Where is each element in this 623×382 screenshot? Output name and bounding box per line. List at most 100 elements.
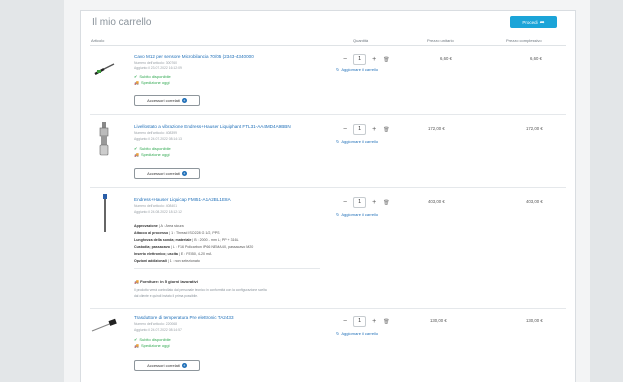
column-header-total-price: Prezzo complessivo — [506, 38, 542, 43]
update-cart-link[interactable]: ↻ Aggiornare il carrello — [336, 331, 378, 336]
update-cart-label: Aggiornare il carrello — [341, 331, 379, 336]
plus-icon: + — [181, 363, 187, 368]
minus-button[interactable]: − — [343, 126, 347, 133]
quantity-stepper: − 1 + 🗑 — [343, 197, 390, 208]
quantity-stepper: − 1 + 🗑 — [343, 316, 390, 327]
shipping-label: Spedizione oggi — [140, 343, 170, 348]
accessories-button[interactable]: Accessori correlati + — [134, 168, 200, 179]
checkout-label: Procedi — [522, 19, 538, 25]
spec-approval: Approvazione | A : Area sicura — [134, 224, 184, 228]
trash-icon[interactable]: 🗑 — [383, 127, 389, 133]
availability-label: Subito disponibile — [139, 146, 171, 151]
total-price: 403,00 € — [526, 199, 543, 204]
accessories-button[interactable]: Accessori correlati + — [134, 360, 200, 371]
truck-icon: 🚚 — [134, 343, 139, 348]
product-name[interactable]: Endress+Hauser Liquicap FMI51-A1A2BL1E8A — [134, 197, 231, 202]
minus-button[interactable]: − — [343, 56, 347, 63]
availability-status: ✔ Subito disponibile — [134, 337, 171, 342]
spec-additional-options: Opzioni addizionali | 1 : non selezionat… — [134, 259, 200, 263]
shipping-status: 🚚 Spedizione oggi — [134, 80, 169, 85]
plus-button[interactable]: + — [372, 318, 376, 325]
availability-label: Subito disponibile — [139, 337, 171, 342]
truck-icon: 🚚 — [134, 152, 139, 157]
update-cart-label: Aggiornare il carrello — [341, 212, 379, 217]
checkout-button[interactable]: Procedi ➦ — [510, 16, 557, 28]
row-divider — [90, 187, 566, 188]
column-header-quantity: Quantità — [353, 38, 369, 43]
shipping-label: Spedizione oggi — [140, 152, 170, 157]
product-name[interactable]: Cavo M12 per sensore Microbilancia 70/05… — [134, 54, 254, 59]
refresh-icon: ↻ — [336, 212, 340, 217]
product-image-probe[interactable] — [101, 194, 109, 232]
row-divider — [90, 114, 566, 115]
truck-icon: 🚚 — [134, 279, 139, 284]
update-cart-label: Aggiornare il carrello — [341, 139, 379, 144]
product-image-cable[interactable] — [92, 56, 116, 78]
shipping-label: Spedizione oggi — [140, 80, 170, 85]
update-cart-link[interactable]: ↻ Aggiornare il carrello — [336, 212, 378, 217]
header-divider — [90, 45, 566, 46]
article-number: Numero dell'articolo: 408401 — [134, 204, 178, 208]
product-name[interactable]: Livellostato a vibrazione Endress+Hauser… — [134, 124, 291, 129]
check-icon: ✔ — [134, 74, 138, 79]
column-header-article: Articolo — [91, 38, 105, 43]
accessories-label: Accessori correlati — [147, 98, 180, 103]
refresh-icon: ↻ — [336, 139, 340, 144]
update-cart-label: Aggiornare il carrello — [341, 67, 379, 72]
quantity-input[interactable]: 1 — [353, 316, 367, 327]
truck-icon: 🚚 — [134, 80, 139, 85]
trash-icon[interactable]: 🗑 — [383, 200, 389, 206]
quantity-stepper: − 1 + 🗑 — [343, 124, 390, 135]
article-number: Numero dell'articolo: 408399 — [134, 131, 178, 135]
quantity-input[interactable]: 1 — [353, 124, 367, 135]
supply-time: 🚚 Forniture: in 5 giorni lavorativi — [134, 279, 198, 284]
trash-icon[interactable]: 🗑 — [383, 57, 389, 63]
product-image-transducer[interactable] — [90, 318, 120, 334]
page-left-background — [0, 0, 64, 382]
added-date: Aggiunto il 24.08.2022 18:12:12 — [134, 210, 182, 214]
unit-price: 130,00 € — [430, 318, 447, 323]
shipping-status: 🚚 Spedizione oggi — [134, 152, 169, 157]
quantity-stepper: − 1 + 🗑 — [343, 54, 390, 65]
total-price: 172,00 € — [526, 126, 543, 131]
check-icon: ✔ — [134, 337, 138, 342]
update-cart-link[interactable]: ↻ Aggiornare il carrello — [336, 139, 378, 144]
spec-probe-length: Lunghezza della sonda; materiale | B : 2… — [134, 238, 239, 242]
plus-button[interactable]: + — [372, 126, 376, 133]
page-right-background — [590, 0, 623, 382]
row-divider — [90, 308, 566, 309]
spec-process-connection: Attacco al processo | 1 : Thread ISO228 … — [134, 231, 220, 235]
article-number: Numero dell'articolo: 220068 — [134, 322, 178, 326]
refresh-icon: ↻ — [336, 67, 340, 72]
trash-icon[interactable]: 🗑 — [383, 319, 389, 325]
config-note-line-1: Il prodotto verrà controllato dal person… — [134, 288, 267, 292]
product-name[interactable]: Trasduttore di temperatura Pre elettroni… — [134, 315, 234, 320]
spec-electronic-insert: Inserto elettronico; uscita | E : FEI50,… — [134, 252, 212, 256]
arrow-icon: ➦ — [539, 19, 545, 26]
article-number: Numero dell'articolo: 300760 — [134, 61, 178, 65]
availability-status: ✔ Subito disponibile — [134, 74, 171, 79]
added-date: Aggiunto il 23.07.2022 16:12:09 — [134, 66, 182, 70]
update-cart-link[interactable]: ↻ Aggiornare il carrello — [336, 67, 378, 72]
check-icon: ✔ — [134, 146, 138, 151]
availability-status: ✔ Subito disponibile — [134, 146, 171, 151]
plus-button[interactable]: + — [372, 56, 376, 63]
config-note-line-2: dal cliente e quindi inviato il prima po… — [134, 294, 198, 298]
shipping-status: 🚚 Spedizione oggi — [134, 343, 169, 348]
quantity-input[interactable]: 1 — [353, 54, 367, 65]
minus-button[interactable]: − — [343, 199, 347, 206]
plus-icon: + — [181, 98, 187, 103]
page-title: Il mio carrello — [92, 17, 152, 28]
product-image-level-switch[interactable] — [98, 122, 110, 156]
accessories-button[interactable]: Accessori correlati + — [134, 95, 200, 106]
added-date: Aggiunto il 24.07.2022 08:14:57 — [134, 328, 182, 332]
accessories-label: Accessori correlati — [147, 171, 180, 176]
refresh-icon: ↻ — [336, 331, 340, 336]
minus-button[interactable]: − — [343, 318, 347, 325]
plus-icon: + — [181, 171, 187, 176]
spec-housing: Custodia; passacavo | L : F16 Policarbon… — [134, 245, 254, 249]
total-price: 6,60 € — [530, 56, 542, 61]
quantity-input[interactable]: 1 — [353, 197, 367, 208]
accessories-label: Accessori correlati — [147, 363, 180, 368]
plus-button[interactable]: + — [372, 199, 376, 206]
